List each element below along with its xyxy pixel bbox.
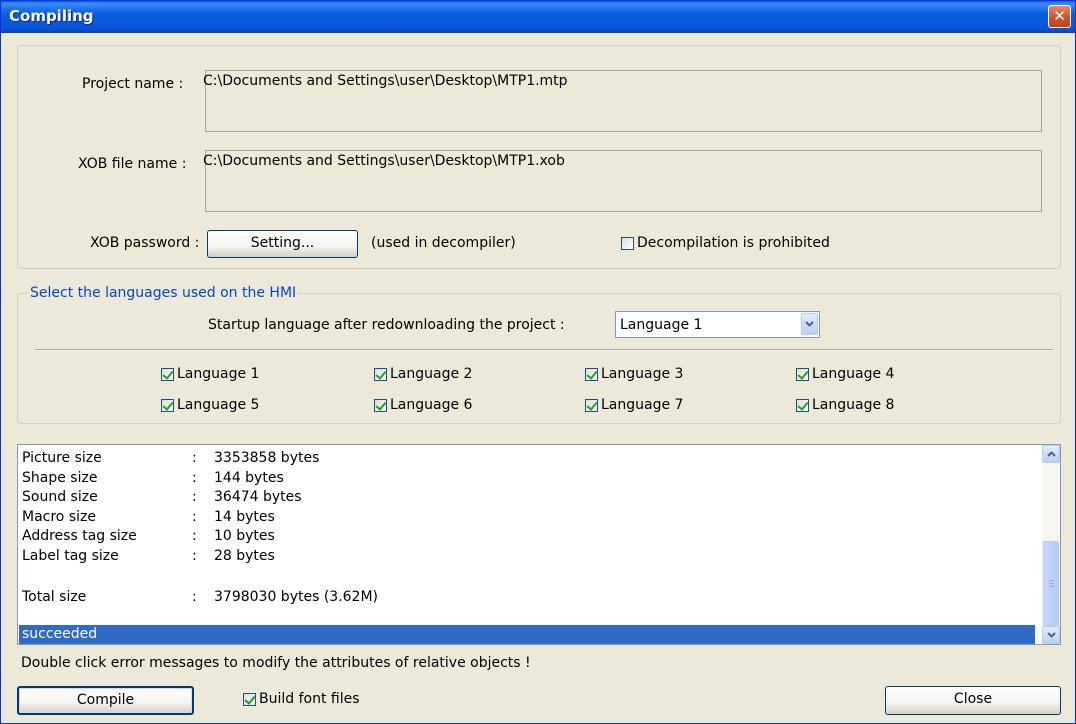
log-row: Label tag size: 28 bytes xyxy=(22,547,275,565)
chevron-down-icon[interactable] xyxy=(801,313,818,335)
log-total-sep: : xyxy=(192,589,197,605)
title-bar[interactable]: Compiling ✕ xyxy=(1,1,1075,33)
startup-language-label: Startup language after redownloading the… xyxy=(208,317,565,333)
log-total-row: Total size: 3798030 bytes (3.62M) xyxy=(22,588,378,606)
log-row: Macro size:14 bytes xyxy=(22,508,275,526)
language-checkbox-box[interactable] xyxy=(796,367,809,381)
log-row: Picture size: 3353858 bytes xyxy=(22,449,319,467)
build-font-files-checkbox[interactable]: Build font files xyxy=(243,691,360,707)
compile-button[interactable]: Compile xyxy=(17,686,194,715)
language-checkbox-label: Language 8 xyxy=(812,397,895,413)
language-checkbox-box[interactable] xyxy=(374,367,387,381)
language-checkbox-box[interactable] xyxy=(374,398,387,412)
decompilation-prohibited-label: Decompilation is prohibited xyxy=(637,235,830,251)
log-row-sep: : xyxy=(192,528,197,545)
scroll-thumb[interactable] xyxy=(1043,541,1059,626)
log-row-sep: : xyxy=(192,489,197,506)
language-checkbox-box[interactable] xyxy=(161,367,174,381)
chevron-down-icon xyxy=(1046,632,1056,638)
log-row: Address tag size:10 bytes xyxy=(22,527,275,545)
build-font-files-box[interactable] xyxy=(243,692,256,706)
startup-language-value: Language 1 xyxy=(620,317,703,333)
log-row-sep: : xyxy=(192,508,197,525)
log-row-value: 14 bytes xyxy=(214,508,275,525)
close-button[interactable]: Close xyxy=(885,686,1061,715)
decompilation-prohibited-box[interactable] xyxy=(621,236,634,250)
log-row-key: Label tag size xyxy=(22,548,119,564)
log-row-value: 144 bytes xyxy=(214,469,284,486)
log-row-sep: : xyxy=(192,548,197,564)
window-title: Compiling xyxy=(9,7,94,25)
languages-divider xyxy=(35,349,1053,351)
xob-file-name-value: C:\Documents and Settings\user\Desktop\M… xyxy=(203,153,565,169)
language-checkbox-1[interactable]: Language 1 xyxy=(161,366,259,382)
log-row-key: Macro size xyxy=(22,508,96,525)
language-checkbox-8[interactable]: Language 8 xyxy=(796,397,894,413)
language-checkbox-label: Language 1 xyxy=(177,366,260,382)
language-checkbox-box[interactable] xyxy=(585,398,598,412)
xob-file-name-label: XOB file name : xyxy=(78,156,187,172)
compile-log[interactable]: Picture size:3353858 bytes Shape size:144… xyxy=(17,444,1061,645)
log-total-value: 3798030 bytes (3.62M) xyxy=(214,589,378,605)
log-row-sep: : xyxy=(192,469,197,486)
hint-text: Double click error messages to modify th… xyxy=(21,655,531,671)
startup-language-select[interactable]: Language 1 xyxy=(615,311,820,338)
language-checkbox-label: Language 2 xyxy=(390,366,473,382)
language-checkbox-6[interactable]: Language 6 xyxy=(374,397,472,413)
setting-button[interactable]: Setting... xyxy=(207,230,358,258)
scroll-down-button[interactable] xyxy=(1042,626,1060,644)
log-row-key: Address tag size xyxy=(22,528,137,545)
log-row-key: Picture size xyxy=(22,450,102,466)
close-icon: ✕ xyxy=(1053,7,1066,25)
log-row-sep: : xyxy=(192,450,197,466)
languages-group-title: Select the languages used on the HMI xyxy=(28,285,299,301)
log-row-key: Sound size xyxy=(22,489,98,506)
language-checkbox-3[interactable]: Language 3 xyxy=(585,366,683,382)
chevron-up-icon xyxy=(1046,451,1056,457)
project-name-label: Project name : xyxy=(82,76,184,92)
setting-note: (used in decompiler) xyxy=(371,235,516,251)
log-row: Shape size:144 bytes xyxy=(22,469,284,487)
log-scrollbar[interactable] xyxy=(1042,445,1060,644)
close-window-button[interactable]: ✕ xyxy=(1048,5,1071,28)
language-checkbox-5[interactable]: Language 5 xyxy=(161,397,259,413)
xob-password-label: XOB password : xyxy=(90,235,200,251)
language-checkbox-label: Language 5 xyxy=(177,397,260,413)
project-name-value: C:\Documents and Settings\user\Desktop\M… xyxy=(203,73,568,89)
language-checkbox-7[interactable]: Language 7 xyxy=(585,397,683,413)
log-row: Sound size:36474 bytes xyxy=(22,488,302,506)
xob-file-name-field[interactable]: C:\Documents and Settings\user\Desktop\M… xyxy=(203,150,1042,212)
log-total-key: Total size xyxy=(22,589,87,605)
language-checkbox-label: Language 4 xyxy=(812,366,895,382)
decompilation-prohibited-checkbox[interactable]: Decompilation is prohibited xyxy=(621,235,830,251)
language-checkbox-box[interactable] xyxy=(585,367,598,381)
log-row-value: 36474 bytes xyxy=(214,489,302,506)
log-row-value: 10 bytes xyxy=(214,528,275,545)
log-status-row[interactable]: succeeded xyxy=(19,625,1035,644)
scroll-up-button[interactable] xyxy=(1042,445,1060,463)
language-checkbox-2[interactable]: Language 2 xyxy=(374,366,472,382)
language-checkbox-box[interactable] xyxy=(796,398,809,412)
log-row-value: 3353858 bytes xyxy=(214,450,320,466)
log-row-key: Shape size xyxy=(22,469,98,486)
language-checkbox-label: Language 7 xyxy=(601,397,684,413)
compiling-dialog: Compiling ✕ Project name : C:\Documents … xyxy=(0,0,1076,724)
language-checkbox-label: Language 6 xyxy=(390,397,473,413)
build-font-files-label: Build font files xyxy=(259,691,360,707)
language-checkbox-box[interactable] xyxy=(161,398,174,412)
language-checkbox-label: Language 3 xyxy=(601,366,684,382)
project-name-field[interactable]: C:\Documents and Settings\user\Desktop\M… xyxy=(203,70,1042,132)
log-row-value: 28 bytes xyxy=(214,548,275,564)
language-checkbox-4[interactable]: Language 4 xyxy=(796,366,894,382)
